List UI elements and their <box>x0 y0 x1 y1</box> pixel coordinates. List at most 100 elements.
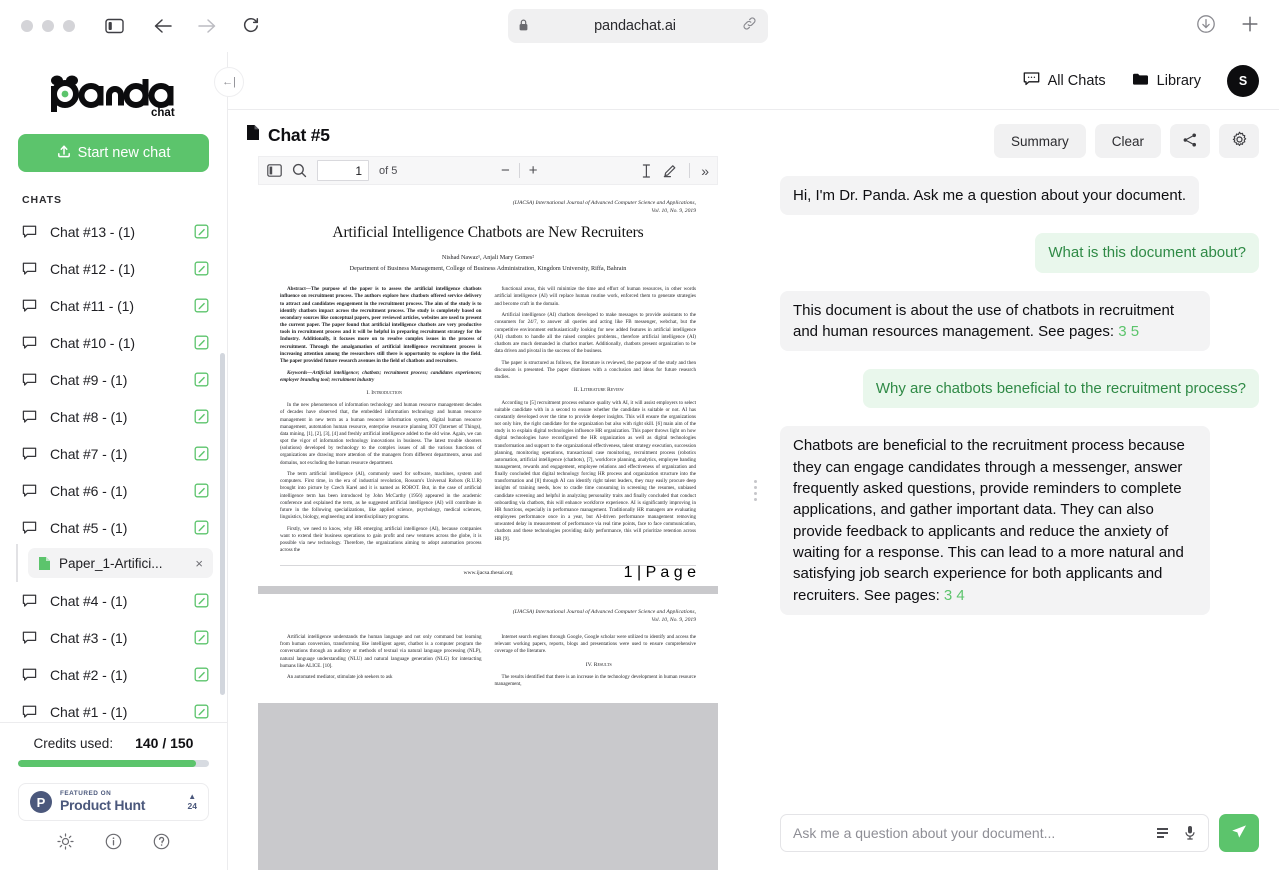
pdf-more-tools-button[interactable]: » <box>701 163 709 179</box>
chat-list-item[interactable]: Chat #8 - (1) <box>0 398 227 435</box>
edit-icon[interactable] <box>194 409 209 424</box>
chat-list-item[interactable]: Chat #9 - (1) <box>0 361 227 398</box>
edit-icon[interactable] <box>194 483 209 498</box>
zoom-in-button[interactable]: + <box>529 162 538 179</box>
chat-item-label: Chat #13 - (1) <box>50 223 135 240</box>
list-format-icon[interactable] <box>1155 826 1170 840</box>
info-icon[interactable] <box>105 833 122 850</box>
send-button[interactable] <box>1219 814 1259 852</box>
theme-toggle-icon[interactable] <box>57 833 74 850</box>
address-bar[interactable]: pandachat.ai <box>508 9 768 43</box>
settings-button[interactable] <box>1219 124 1259 158</box>
chat-list-item[interactable]: Chat #7 - (1) <box>0 435 227 472</box>
chat-list-item[interactable]: Chat #6 - (1) <box>0 472 227 509</box>
chat-item-label: Chat #7 - (1) <box>50 445 128 462</box>
chat-list-item[interactable]: Chat #2 - (1) <box>0 656 227 693</box>
page-reference[interactable]: 3 5 <box>1118 323 1139 340</box>
pdf2-left-p2: An automated mediator, stimulate job see… <box>287 674 393 681</box>
pdf-authors: Nishad Nawaz¹, Anjali Mary Gomes² <box>441 254 535 262</box>
chat-input-shell[interactable] <box>780 814 1209 852</box>
all-chats-nav[interactable]: All Chats <box>1023 71 1106 91</box>
app-logo[interactable]: chat <box>0 52 227 124</box>
chat-list-item[interactable]: Chat #3 - (1) <box>0 619 227 656</box>
pdf-keywords: Keywords—Artificial intelligence; chatbo… <box>280 369 482 383</box>
chat-bubble-icon <box>1023 71 1040 91</box>
app-topbar: All Chats Library S <box>228 52 1279 110</box>
product-hunt-vote-count: 24 <box>187 801 197 812</box>
pencil-icon[interactable] <box>663 163 678 178</box>
svg-text:chat: chat <box>151 107 175 118</box>
chat-bubble-icon <box>22 667 37 682</box>
share-icon <box>1182 132 1198 151</box>
pdf-paper-title: Artificial Intelligence Chatbots are New… <box>332 224 644 242</box>
pdf-sidebar-icon[interactable] <box>267 164 282 177</box>
page-number-input[interactable] <box>317 160 369 181</box>
edit-icon[interactable] <box>194 520 209 535</box>
workspace: Chat #5 of 5 − + <box>228 110 1279 870</box>
back-arrow-icon[interactable] <box>150 13 176 39</box>
edit-icon[interactable] <box>194 335 209 350</box>
zoom-out-button[interactable]: − <box>501 162 510 179</box>
edit-icon[interactable] <box>194 261 209 276</box>
edit-icon[interactable] <box>194 667 209 682</box>
user-avatar[interactable]: S <box>1227 64 1259 97</box>
chat-list-item[interactable]: Chat #4 - (1) <box>0 582 227 619</box>
attached-document-item[interactable]: Paper_1-Artifici... × <box>16 544 213 582</box>
chat-input[interactable] <box>793 825 1141 841</box>
close-window-button[interactable] <box>21 20 33 32</box>
chat-list-item[interactable]: Chat #12 - (1) <box>0 250 227 287</box>
chat-list-item[interactable]: Chat #1 - (1) <box>0 693 227 722</box>
window-traffic-lights[interactable] <box>21 20 75 32</box>
collapse-sidebar-button[interactable]: ←| <box>214 67 244 97</box>
pdf-toolbar: of 5 − + » <box>258 156 718 185</box>
share-button[interactable] <box>1170 124 1210 158</box>
product-hunt-badge[interactable]: P FEATURED ON Product Hunt ▲ 24 <box>18 783 209 821</box>
chat-item-label: Chat #9 - (1) <box>50 371 128 388</box>
sidebar-scrollbar[interactable] <box>220 353 225 695</box>
pdf-intro-p2: The term artificial intelligence (AI), c… <box>280 471 482 521</box>
pane-resizer[interactable] <box>748 110 762 870</box>
url-text: pandachat.ai <box>594 18 676 34</box>
edit-icon[interactable] <box>194 298 209 313</box>
chat-list-item[interactable]: Chat #11 - (1) <box>0 287 227 324</box>
clear-button[interactable]: Clear <box>1094 124 1161 158</box>
new-tab-plus-icon[interactable] <box>1237 11 1263 37</box>
pdf-right-p2: Artificial intelligence (AI) chatbots de… <box>494 312 697 355</box>
minimize-window-button[interactable] <box>42 20 54 32</box>
pdf-file-icon <box>38 556 51 571</box>
chat-item-label: Chat #10 - (1) <box>50 334 135 351</box>
edit-icon[interactable] <box>194 704 209 719</box>
chat-list-item[interactable]: Chat #10 - (1) <box>0 324 227 361</box>
library-nav[interactable]: Library <box>1132 72 1201 90</box>
chat-list-item-active[interactable]: Chat #5 - (1) <box>0 509 227 546</box>
summary-button[interactable]: Summary <box>993 124 1086 158</box>
edit-icon[interactable] <box>194 446 209 461</box>
edit-icon[interactable] <box>194 224 209 239</box>
help-icon[interactable] <box>153 833 170 850</box>
chat-list-item[interactable]: Chat #13 - (1) <box>0 213 227 250</box>
chat-list: Chat #13 - (1) Chat #12 - (1) Chat #11 -… <box>0 211 227 722</box>
link-icon[interactable] <box>742 16 757 36</box>
microphone-icon[interactable] <box>1184 825 1196 841</box>
text-cursor-icon[interactable] <box>641 163 652 178</box>
edit-icon[interactable] <box>194 593 209 608</box>
start-new-chat-button[interactable]: Start new chat <box>18 134 209 172</box>
pdf-viewer-scroll[interactable]: (IJACSA) International Journal of Advanc… <box>258 185 718 870</box>
page-reference[interactable]: 3 4 <box>944 587 965 604</box>
chat-bubble-icon <box>22 630 37 645</box>
edit-icon[interactable] <box>194 630 209 645</box>
search-icon[interactable] <box>292 163 307 178</box>
maximize-window-button[interactable] <box>63 20 75 32</box>
chat-message-bot: Hi, I'm Dr. Panda. Ask me a question abo… <box>780 176 1200 216</box>
pdf-column-right: functional areas, this will minimize the… <box>495 286 697 559</box>
edit-icon[interactable] <box>194 372 209 387</box>
pdf-lit-p1: According to [5] recruitment process enh… <box>494 399 697 542</box>
reload-icon[interactable] <box>238 13 264 39</box>
close-icon[interactable]: × <box>195 556 203 571</box>
download-icon[interactable] <box>1193 11 1219 37</box>
sidebar-toggle-icon[interactable] <box>101 13 127 39</box>
chat-item-label: Chat #11 - (1) <box>50 297 134 314</box>
send-icon <box>1230 823 1248 844</box>
document-icon <box>246 124 260 146</box>
forward-arrow-icon[interactable] <box>194 13 220 39</box>
